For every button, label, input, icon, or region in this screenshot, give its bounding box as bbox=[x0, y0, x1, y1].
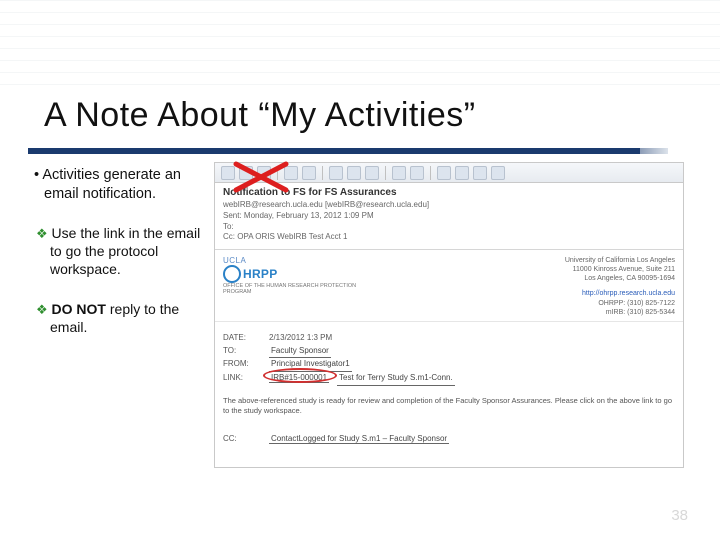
toolbar-icon bbox=[221, 166, 235, 180]
bullet-3: ❖ DO NOT reply to the email. bbox=[30, 301, 204, 337]
email-sent-line: Sent: Monday, February 13, 2012 1:09 PM bbox=[223, 211, 675, 222]
addr-line: mIRB: (310) 825-5344 bbox=[565, 308, 675, 317]
toolbar-icon bbox=[347, 166, 361, 180]
page-title: A Note About “My Activities” bbox=[44, 96, 476, 135]
title-underline bbox=[28, 148, 640, 154]
toolbar-separator bbox=[385, 166, 386, 180]
email-body: DATE: 2/13/2012 1:3 PM TO: Faculty Spons… bbox=[215, 322, 683, 450]
email-from-line: webIRB@research.ucla.edu [webIRB@researc… bbox=[223, 200, 675, 211]
toolbar-icon bbox=[284, 166, 298, 180]
toolbar-icon bbox=[455, 166, 469, 180]
hrpp-circle-icon bbox=[223, 265, 241, 283]
bullet-2-text: Use the link in the email to go the prot… bbox=[50, 225, 200, 277]
notebook-rule-background bbox=[0, 0, 720, 92]
toolbar-icon bbox=[491, 166, 505, 180]
right-column: Notification to FS for FS Assurances web… bbox=[214, 166, 690, 520]
hrpp-subtitle: OFFICE OF THE HUMAN RESEARCH PROTECTION … bbox=[223, 283, 363, 295]
field-row-from: FROM: Principal Investigator1 bbox=[223, 358, 675, 372]
title-underline-fade bbox=[640, 148, 668, 154]
addr-link: http://ohrpp.research.ucla.edu bbox=[565, 289, 675, 298]
hrpp-logo: HRPP bbox=[223, 265, 363, 283]
toolbar-icon bbox=[365, 166, 379, 180]
ucla-small-text: UCLA bbox=[223, 256, 363, 265]
field-label: FROM: bbox=[223, 358, 269, 372]
bullet-2: ❖ Use the link in the email to go the pr… bbox=[30, 225, 204, 279]
content-area: Activities generate an email notificatio… bbox=[30, 166, 690, 520]
toolbar-icon bbox=[302, 166, 316, 180]
hrpp-logo-text: HRPP bbox=[243, 267, 278, 281]
toolbar-icon bbox=[410, 166, 424, 180]
link-circled: IRB#15-000001 bbox=[269, 372, 329, 386]
link-after: Test for Terry Study S.m1-Conn. bbox=[337, 372, 455, 386]
email-body-text: The above-referenced study is ready for … bbox=[223, 396, 675, 416]
field-label: LINK: bbox=[223, 372, 269, 386]
diamond-bullet-icon: ❖ bbox=[36, 226, 48, 241]
email-letterhead: UCLA HRPP OFFICE OF THE HUMAN RESEARCH P… bbox=[215, 250, 683, 322]
bullet-3-strong: DO NOT bbox=[52, 301, 106, 317]
bullet-1: Activities generate an email notificatio… bbox=[30, 166, 204, 203]
left-column: Activities generate an email notificatio… bbox=[30, 166, 212, 520]
field-label: TO: bbox=[223, 345, 269, 359]
field-row-date: DATE: 2/13/2012 1:3 PM bbox=[223, 332, 675, 345]
field-value: Principal Investigator1 bbox=[269, 358, 352, 372]
email-to-line: To: bbox=[223, 222, 675, 233]
bullet-1-text: Activities generate an email notificatio… bbox=[42, 167, 181, 202]
addr-line: 11000 Kinross Avenue, Suite 211 bbox=[565, 265, 675, 274]
cc-value: ContactLogged for Study S.m1 – Faculty S… bbox=[269, 434, 449, 444]
field-label: DATE: bbox=[223, 332, 269, 345]
email-header: Notification to FS for FS Assurances web… bbox=[215, 183, 683, 250]
addr-line: Los Angeles, CA 90095-1694 bbox=[565, 274, 675, 283]
toolbar-icon bbox=[473, 166, 487, 180]
address-block: University of California Los Angeles 110… bbox=[565, 256, 675, 317]
addr-line: University of California Los Angeles bbox=[565, 256, 675, 265]
toolbar-icon bbox=[257, 166, 271, 180]
field-row-link: LINK: IRB#15-000001 Test for Terry Study… bbox=[223, 372, 675, 386]
page-number: 38 bbox=[671, 507, 688, 524]
field-value: 2/13/2012 1:3 PM bbox=[269, 332, 332, 345]
toolbar-separator bbox=[277, 166, 278, 180]
email-subject: Notification to FS for FS Assurances bbox=[223, 187, 675, 198]
email-cc-line: Cc: OPA ORIS WebIRB Test Acct 1 bbox=[223, 232, 675, 243]
field-row-to: TO: Faculty Sponsor bbox=[223, 345, 675, 359]
diamond-bullet-icon: ❖ bbox=[36, 302, 48, 317]
email-screenshot: Notification to FS for FS Assurances web… bbox=[214, 162, 684, 468]
email-toolbar bbox=[215, 163, 683, 183]
link-value: IRB#15-000001 bbox=[269, 373, 329, 383]
toolbar-separator bbox=[430, 166, 431, 180]
toolbar-icon bbox=[437, 166, 451, 180]
toolbar-separator bbox=[322, 166, 323, 180]
field-row-cc: CC: ContactLogged for Study S.m1 – Facul… bbox=[223, 434, 675, 444]
toolbar-icon bbox=[392, 166, 406, 180]
toolbar-icon bbox=[239, 166, 253, 180]
logo-block: UCLA HRPP OFFICE OF THE HUMAN RESEARCH P… bbox=[223, 256, 363, 317]
addr-line: OHRPP: (310) 825-7122 bbox=[565, 299, 675, 308]
field-label: CC: bbox=[223, 434, 269, 444]
field-value: Faculty Sponsor bbox=[269, 345, 331, 359]
toolbar-icon bbox=[329, 166, 343, 180]
